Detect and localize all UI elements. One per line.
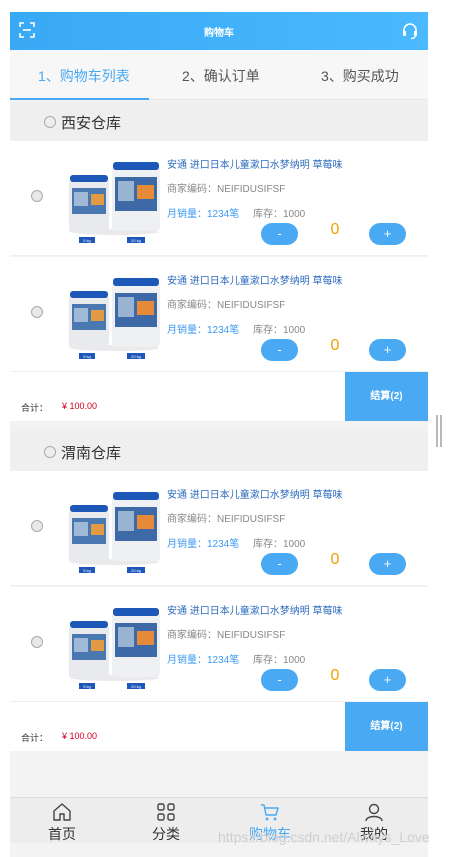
total-label: 合计： — [21, 403, 49, 413]
size-label: 20 kg — [131, 568, 141, 573]
product-name[interactable]: 安通 进口日本儿童漱口水梦纳明 草莓味 — [167, 486, 343, 501]
grid-icon — [157, 803, 175, 821]
decrease-qty-button[interactable]: - — [261, 669, 298, 691]
user-icon — [365, 803, 383, 822]
size-label: 5 kg — [83, 684, 91, 689]
product-image: 5 kg 20 kg — [69, 492, 160, 573]
tab-purchase-success[interactable]: 3、购买成功 — [321, 66, 399, 86]
warehouse-header: 西安仓库 — [10, 101, 428, 141]
item-select-radio[interactable] — [31, 190, 43, 202]
merchant-code: 商家编码：NEIFIDUSIFSF — [167, 184, 286, 195]
warehouse-select-radio[interactable] — [44, 116, 56, 128]
app-header: 购物车 — [10, 12, 428, 50]
warehouse-select-radio[interactable] — [44, 446, 56, 458]
page-title: 购物车 — [204, 28, 234, 39]
size-label: 20 kg — [131, 238, 141, 243]
tab-cart-list[interactable]: 1、购物车列表 — [38, 66, 130, 86]
quantity-value: 0 — [330, 221, 340, 238]
tabbar-item-category[interactable]: 分类 — [114, 798, 218, 844]
active-tab-indicator — [10, 98, 149, 100]
monthly-sales: 月销量：1234笔 — [167, 325, 240, 336]
product-name[interactable]: 安通 进口日本儿童漱口水梦纳明 草莓味 — [167, 272, 343, 287]
increase-qty-button[interactable]: + — [369, 669, 406, 691]
item-select-radio[interactable] — [31, 306, 43, 318]
total-price: ¥ 100.00 — [62, 401, 98, 411]
size-label: 5 kg — [83, 568, 91, 573]
tab-confirm-order[interactable]: 2、确认订单 — [182, 66, 260, 86]
warehouse-name: 渭南仓库 — [61, 445, 122, 462]
quantity-value: 0 — [330, 667, 340, 684]
product-name[interactable]: 安通 进口日本儿童漱口水梦纳明 草莓味 — [167, 156, 343, 171]
cart-item: 5 kg 20 kg 安通 进口日本儿童漱口水梦纳明 草莓味 商家编码：NEIF… — [10, 257, 428, 372]
product-name[interactable]: 安通 进口日本儿童漱口水梦纳明 草莓味 — [167, 602, 343, 617]
quantity-value: 0 — [330, 551, 340, 568]
increase-qty-button[interactable]: + — [369, 223, 406, 245]
item-select-radio[interactable] — [31, 636, 43, 648]
checkout-button[interactable]: 结算(2) — [345, 372, 428, 421]
merchant-code: 商家编码：NEIFIDUSIFSF — [167, 514, 286, 525]
decrease-qty-button[interactable]: - — [261, 223, 298, 245]
size-label: 5 kg — [83, 354, 91, 359]
decrease-qty-button[interactable]: - — [261, 339, 298, 361]
tabbar-item-home[interactable]: 首页 — [10, 798, 114, 844]
cart-icon — [261, 804, 279, 821]
tabbar-label: 首页 — [48, 826, 76, 842]
watermark-text: https://blog.csdn.net/Always_Love — [218, 829, 430, 845]
increase-qty-button[interactable]: + — [369, 339, 406, 361]
cart-item: 5 kg 20 kg 安通 进口日本儿童漱口水梦纳明 草莓味 商家编码：NEIF… — [10, 141, 428, 256]
monthly-sales: 月销量：1234笔 — [167, 655, 240, 666]
size-label: 20 kg — [131, 354, 141, 359]
decrease-qty-button[interactable]: - — [261, 553, 298, 575]
product-image: 5 kg 20 kg — [69, 162, 160, 243]
warehouse-header: 渭南仓库 — [10, 431, 428, 471]
home-icon — [53, 803, 71, 821]
merchant-code: 商家编码：NEIFIDUSIFSF — [167, 300, 286, 311]
step-tabs: 1、购物车列表 2、确认订单 3、购买成功 — [10, 50, 428, 100]
stock: 库存：1000 — [253, 539, 306, 550]
stock: 库存：1000 — [253, 655, 306, 666]
item-select-radio[interactable] — [31, 520, 43, 532]
warehouse-footer: 合计： ¥ 100.00 结算(2) — [10, 702, 428, 751]
increase-qty-button[interactable]: + — [369, 553, 406, 575]
product-image: 5 kg 20 kg — [69, 278, 160, 359]
monthly-sales: 月销量：1234笔 — [167, 209, 240, 220]
scrollbar-handle[interactable] — [436, 415, 442, 447]
cart-item: 5 kg 20 kg 安通 进口日本儿童漱口水梦纳明 草莓味 商家编码：NEIF… — [10, 587, 428, 702]
stock: 库存：1000 — [253, 325, 306, 336]
checkout-button[interactable]: 结算(2) — [345, 702, 428, 751]
tabbar-label: 分类 — [152, 826, 180, 842]
product-image: 5 kg 20 kg — [69, 608, 160, 689]
cart-item: 5 kg 20 kg 安通 进口日本儿童漱口水梦纳明 草莓味 商家编码：NEIF… — [10, 471, 428, 586]
quantity-value: 0 — [330, 337, 340, 354]
size-label: 5 kg — [83, 238, 91, 243]
merchant-code: 商家编码：NEIFIDUSIFSF — [167, 630, 286, 641]
total-label: 合计： — [21, 733, 49, 743]
stock: 库存：1000 — [253, 209, 306, 220]
total-price: ¥ 100.00 — [62, 731, 98, 741]
size-label: 20 kg — [131, 684, 141, 689]
warehouse-name: 西安仓库 — [61, 115, 122, 132]
app-screen: 购物车 1、购物车列表 2、确认订单 3、购买成功 西安仓库 5 kg 20 k… — [10, 12, 428, 857]
headset-icon[interactable] — [401, 22, 419, 40]
monthly-sales: 月销量：1234笔 — [167, 539, 240, 550]
warehouse-footer: 合计： ¥ 100.00 结算(2) — [10, 372, 428, 421]
